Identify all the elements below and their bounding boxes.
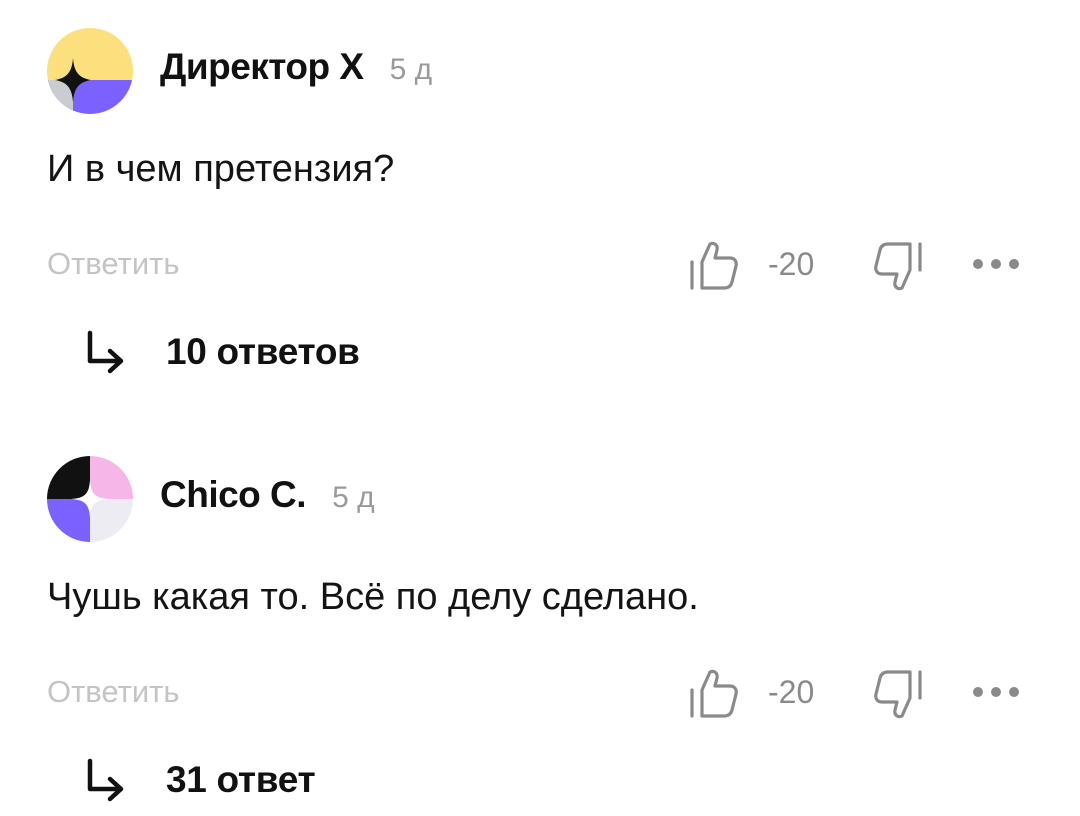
replies-count: 31 ответ bbox=[166, 759, 316, 800]
reply-button[interactable]: Ответить bbox=[47, 674, 180, 710]
timestamp: 5 д bbox=[389, 53, 433, 86]
reply-arrow-icon bbox=[87, 330, 124, 374]
comment-actions: Ответить -20 bbox=[0, 666, 1080, 722]
avatar-image bbox=[47, 456, 133, 542]
author-name[interactable]: Директор Х bbox=[160, 46, 364, 88]
score-count: -20 bbox=[768, 246, 815, 282]
timestamp: 5 д bbox=[332, 481, 375, 514]
score-count: -20 bbox=[768, 674, 815, 710]
replies-toggle[interactable]: 10 ответов bbox=[80, 322, 360, 382]
thumbs-up-icon[interactable] bbox=[684, 238, 744, 292]
comment-text: И в чем претензия? bbox=[47, 148, 395, 190]
avatar-image bbox=[47, 28, 133, 114]
replies-count: 10 ответов bbox=[166, 331, 360, 372]
more-dots-icon[interactable] bbox=[970, 678, 1022, 706]
reply-button[interactable]: Ответить bbox=[47, 246, 180, 282]
replies-toggle[interactable]: 31 ответ bbox=[80, 750, 316, 810]
avatar[interactable] bbox=[47, 456, 133, 542]
author-row: Директор Х 5 д bbox=[160, 46, 432, 102]
thumbs-down-icon[interactable] bbox=[868, 668, 928, 722]
avatar[interactable] bbox=[47, 28, 133, 114]
comment-text: Чушь какая то. Всё по делу сделано. bbox=[47, 576, 699, 618]
reply-arrow-icon bbox=[87, 758, 124, 802]
thumbs-down-icon[interactable] bbox=[868, 240, 928, 294]
thumbs-up-icon[interactable] bbox=[684, 666, 744, 720]
more-dots-icon[interactable] bbox=[970, 250, 1022, 278]
author-name[interactable]: Chico C. bbox=[160, 474, 307, 516]
author-row: Chico C. 5 д bbox=[160, 474, 375, 530]
comment-actions: Ответить -20 bbox=[0, 238, 1080, 294]
